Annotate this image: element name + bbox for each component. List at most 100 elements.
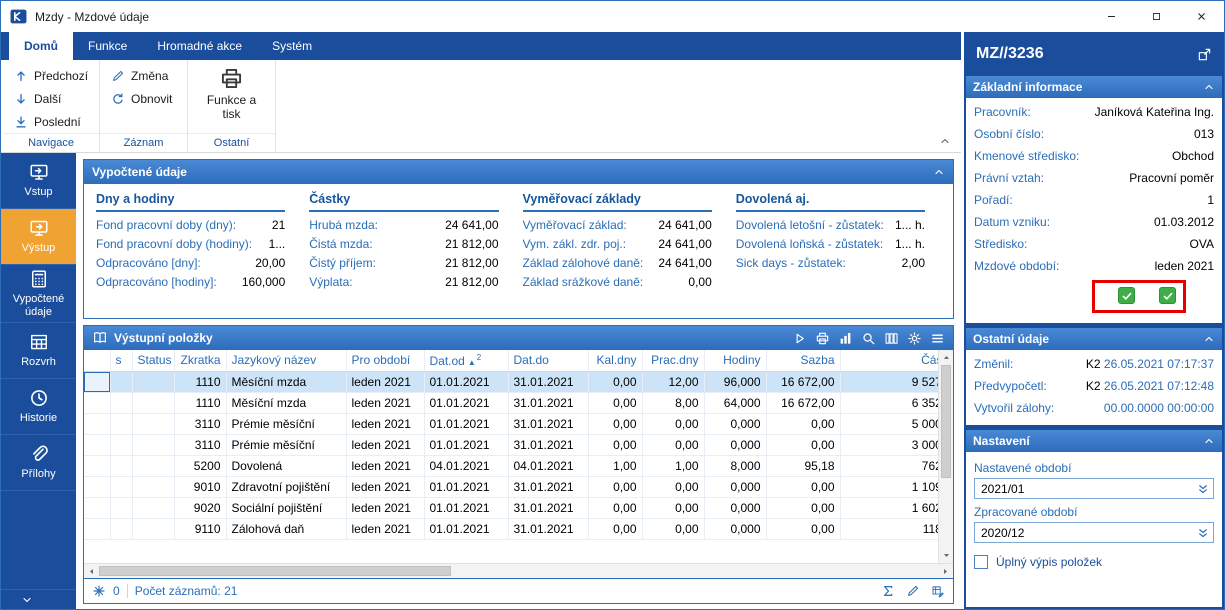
row-selector-cell[interactable] xyxy=(84,434,111,456)
cell[interactable]: 12,00 xyxy=(642,371,705,393)
predchozi-button[interactable]: Předchozí xyxy=(10,64,92,87)
row-selector-cell[interactable] xyxy=(84,392,111,414)
cell[interactable]: 0,00 xyxy=(588,476,643,498)
cell[interactable]: leden 2021 xyxy=(346,434,425,456)
cell[interactable]: 0,000 xyxy=(704,434,767,456)
cell[interactable]: 01.01.2021 xyxy=(424,434,509,456)
posledni-button[interactable]: Poslední xyxy=(10,110,92,133)
zmena-button[interactable]: Změna xyxy=(107,64,180,87)
scroll-right-button[interactable] xyxy=(941,567,950,576)
cell[interactable]: leden 2021 xyxy=(346,476,425,498)
column-header-pro-obdob-[interactable]: Pro období xyxy=(346,350,425,372)
cell[interactable]: 31.01.2021 xyxy=(508,497,589,519)
cell[interactable]: Prémie měsíční xyxy=(226,413,347,435)
minimize-button[interactable] xyxy=(1089,1,1134,32)
dropdown-period-icon[interactable] xyxy=(1196,482,1210,496)
row-selector-cell[interactable] xyxy=(84,455,111,477)
cell[interactable] xyxy=(132,497,175,519)
vscroll-thumb[interactable] xyxy=(941,365,951,479)
cell[interactable]: 9010 xyxy=(174,476,227,498)
cell[interactable]: 0,00 xyxy=(588,434,643,456)
cell[interactable]: 01.01.2021 xyxy=(424,392,509,414)
close-button[interactable] xyxy=(1179,1,1224,32)
ribbon-collapse-button[interactable] xyxy=(939,135,951,147)
sidebar-item-rozvrh[interactable]: Rozvrh xyxy=(1,323,76,380)
dropdown-period-icon[interactable] xyxy=(1196,526,1210,540)
table-row[interactable]: 9110 Zálohová daň leden 2021 01.01.2021 31.0… xyxy=(84,518,938,540)
search-icon[interactable] xyxy=(861,331,876,346)
chevron-up-icon[interactable] xyxy=(1203,81,1215,93)
chevron-up-icon[interactable] xyxy=(1203,333,1215,345)
sum-button[interactable] xyxy=(881,584,895,598)
cell[interactable]: Zálohová daň xyxy=(226,518,347,540)
tab-funkce[interactable]: Funkce xyxy=(73,32,142,60)
row-selector-cell[interactable] xyxy=(84,476,111,498)
cell[interactable]: 0,00 xyxy=(766,434,841,456)
computed-collapse-button[interactable] xyxy=(933,166,945,178)
cell[interactable]: leden 2021 xyxy=(346,371,425,393)
cell[interactable]: 96,000 xyxy=(704,371,767,393)
cell[interactable]: 0,00 xyxy=(642,413,705,435)
cell[interactable] xyxy=(110,434,133,456)
sidebar-item-vystup[interactable]: Výstup xyxy=(1,209,76,265)
cell[interactable]: 0,00 xyxy=(588,413,643,435)
cell[interactable]: 31.01.2021 xyxy=(508,392,589,414)
tab-domu[interactable]: Domů xyxy=(9,32,73,60)
cell[interactable]: 0,000 xyxy=(704,518,767,540)
cell[interactable]: leden 2021 xyxy=(346,497,425,519)
table-row[interactable]: 3110 Prémie měsíční leden 2021 01.01.2021 31… xyxy=(84,434,938,456)
cell[interactable]: 0,00 xyxy=(588,518,643,540)
cell[interactable]: 0,00 xyxy=(766,497,841,519)
play-icon[interactable] xyxy=(792,331,807,346)
sidebar-item-vstup[interactable]: Vstup xyxy=(1,153,76,209)
cell[interactable]: 01.01.2021 xyxy=(424,476,509,498)
scroll-down-button[interactable] xyxy=(942,551,951,560)
cell[interactable] xyxy=(132,476,175,498)
cell[interactable] xyxy=(110,392,133,414)
obnovit-button[interactable]: Obnovit xyxy=(107,87,180,110)
row-selector-cell[interactable] xyxy=(84,371,111,393)
cell[interactable]: 64,000 xyxy=(704,392,767,414)
cell[interactable]: 5 000,00 xyxy=(840,413,938,435)
gear-search-icon[interactable] xyxy=(907,331,922,346)
sidebar-item-historie[interactable]: Historie xyxy=(1,379,76,436)
edit-button[interactable] xyxy=(906,584,920,598)
chevron-up-icon[interactable] xyxy=(1203,435,1215,447)
dalsi-button[interactable]: Další xyxy=(10,87,92,110)
cell[interactable]: 0,00 xyxy=(642,518,705,540)
cell[interactable]: Měsíční mzda xyxy=(226,392,347,414)
table-row[interactable]: 9020 Sociální pojištění leden 2021 01.01.20… xyxy=(84,497,938,519)
sidebar-item-prilohy[interactable]: Přílohy xyxy=(1,435,76,492)
open-record-button[interactable] xyxy=(1197,47,1212,62)
printer-icon[interactable] xyxy=(815,331,830,346)
chart-icon[interactable] xyxy=(838,331,853,346)
hscroll-track[interactable] xyxy=(99,564,938,578)
scroll-left-button[interactable] xyxy=(87,567,96,576)
table-row[interactable]: 9010 Zdravotní pojištění leden 2021 01.01.2… xyxy=(84,476,938,498)
cell[interactable]: 01.01.2021 xyxy=(424,497,509,519)
cell[interactable]: 762,00 xyxy=(840,455,938,477)
vertical-scrollbar[interactable] xyxy=(938,350,953,563)
sidebar-item-vypoctene-udaje[interactable]: Vypočtené údaje xyxy=(1,265,76,324)
cell[interactable] xyxy=(132,371,175,393)
tab-hromadne-akce[interactable]: Hromadné akce xyxy=(142,32,257,60)
vscroll-track[interactable] xyxy=(939,365,953,548)
table-edit-button[interactable] xyxy=(931,584,945,598)
table-row[interactable]: 3110 Prémie měsíční leden 2021 01.01.2021 31… xyxy=(84,413,938,435)
column-header-status[interactable]: Status xyxy=(132,350,175,372)
cell[interactable] xyxy=(110,413,133,435)
cell[interactable]: leden 2021 xyxy=(346,413,425,435)
cell[interactable]: 01.01.2021 xyxy=(424,413,509,435)
column-header--stka[interactable]: Částka xyxy=(840,350,938,372)
tab-system[interactable]: Systém xyxy=(257,32,327,60)
table-row[interactable]: 1110 Měsíční mzda leden 2021 01.01.2021 31.0… xyxy=(84,392,938,414)
cell[interactable] xyxy=(132,413,175,435)
cell[interactable]: 3110 xyxy=(174,413,227,435)
cell[interactable]: 0,000 xyxy=(704,476,767,498)
cell[interactable]: leden 2021 xyxy=(346,455,425,477)
cell[interactable]: Sociální pojištění xyxy=(226,497,347,519)
scroll-up-button[interactable] xyxy=(942,353,951,362)
column-header-sazba[interactable]: Sazba xyxy=(766,350,841,372)
cell[interactable]: 31.01.2021 xyxy=(508,371,589,393)
period-field[interactable]: 2021/01 xyxy=(974,478,1214,499)
